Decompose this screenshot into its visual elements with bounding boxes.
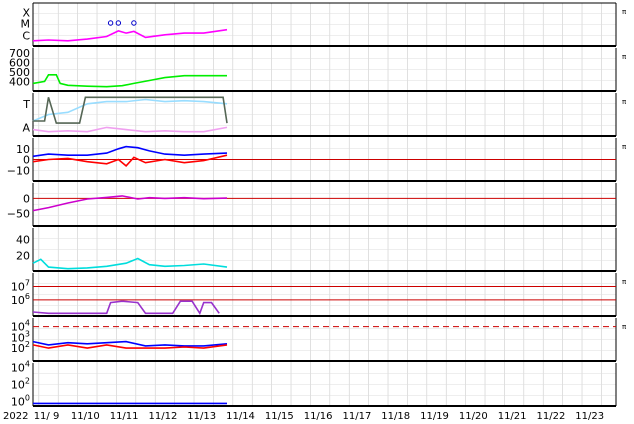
y-tick-base: 40 — [16, 234, 30, 247]
y-tick-label: T — [22, 98, 30, 111]
y-tick-label: C — [22, 29, 30, 42]
x-tick-label: 11/22 — [537, 411, 566, 422]
y-tick-label: 104 — [11, 359, 30, 374]
y-tick-exponent: 0 — [25, 394, 30, 403]
series-line — [32, 74, 227, 88]
x-tick-label: 11/13 — [187, 411, 216, 422]
series-line — [32, 98, 228, 122]
panel-flag: π — [622, 143, 627, 151]
y-tick-base: 10 — [11, 342, 25, 355]
y-tick-exponent: 4 — [25, 319, 30, 328]
y-tick-label: 400 — [9, 75, 30, 88]
y-tick-base: 400 — [9, 75, 30, 88]
y-tick-label: 106 — [11, 292, 30, 307]
year-label: 2022 — [3, 411, 28, 422]
y-tick-label: 102 — [11, 377, 30, 392]
y-tick-base: 0 — [23, 192, 30, 205]
x-tick-label: 11/14 — [226, 411, 255, 422]
y-tick-label: 102 — [11, 340, 30, 355]
panel-flag: π — [622, 323, 627, 331]
y-tick-label: 40 — [16, 234, 30, 247]
x-tick-label: 11/23 — [575, 411, 604, 422]
y-tick-exponent: 6 — [25, 292, 30, 301]
y-tick-base: −50 — [7, 208, 30, 221]
x-tick-label: 11/16 — [304, 411, 333, 422]
y-tick-base: A — [22, 121, 30, 134]
y-tick-label: 100 — [11, 394, 30, 409]
y-tick-exponent: 7 — [25, 278, 30, 287]
x-tick-label: 11/15 — [265, 411, 294, 422]
y-tick-exponent: 3 — [25, 329, 30, 338]
y-tick-base: 10 — [11, 379, 25, 392]
x-tick-label: 11/ 9 — [34, 411, 60, 422]
panel-flag: π — [622, 53, 627, 61]
x-tick-label: 11/11 — [110, 411, 139, 422]
series-line — [32, 145, 228, 158]
y-tick-base: T — [22, 98, 30, 111]
x-tick-label: 11/21 — [498, 411, 527, 422]
y-tick-label: A — [22, 121, 30, 134]
series-line — [32, 154, 228, 168]
y-tick-base: C — [22, 29, 30, 42]
y-tick-label: 0 — [23, 192, 30, 205]
y-tick-exponent: 2 — [25, 377, 30, 386]
panel-flag: π — [622, 278, 627, 286]
y-tick-base: −10 — [7, 164, 30, 177]
y-tick-label: 20 — [16, 249, 30, 262]
x-tick-label: 11/12 — [149, 411, 178, 422]
x-tick-label: 11/19 — [420, 411, 449, 422]
series-line — [32, 126, 228, 133]
y-tick-label: −50 — [7, 208, 30, 221]
series-line — [32, 300, 220, 316]
y-tick-base: 10 — [11, 280, 25, 293]
y-tick-exponent: 4 — [25, 359, 30, 368]
y-tick-base: 20 — [16, 249, 30, 262]
panel-flag: π — [622, 8, 627, 16]
y-tick-base: 10 — [11, 361, 25, 374]
y-tick-base: 10 — [11, 294, 25, 307]
x-tick-label: 11/17 — [343, 411, 372, 422]
x-tick-label: 11/20 — [459, 411, 488, 422]
y-tick-exponent: 2 — [25, 340, 30, 349]
x-tick-label: 11/18 — [381, 411, 410, 422]
y-tick-label: −10 — [7, 164, 30, 177]
y-tick-base: 10 — [11, 396, 25, 409]
space-weather-chart: XMCπ700600500400πTAπ100−10π0−50402010710… — [3, 2, 627, 422]
panel-flag: π — [622, 98, 627, 106]
x-tick-label: 11/10 — [71, 411, 100, 422]
